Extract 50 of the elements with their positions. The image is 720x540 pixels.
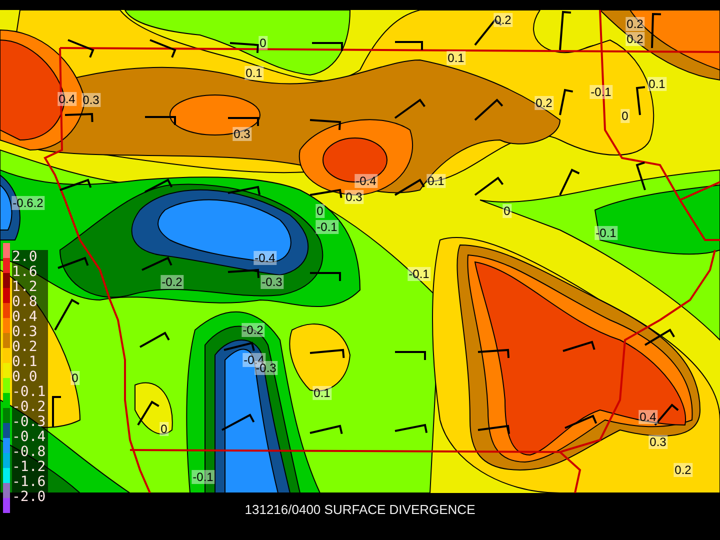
contour-label: 0 bbox=[316, 204, 324, 218]
contour-label: -0.2 bbox=[242, 323, 264, 337]
contour-label: -0.1 bbox=[590, 85, 612, 99]
contour-label: 0.2 bbox=[534, 96, 554, 110]
contour-label: 0.1 bbox=[446, 51, 466, 65]
legend-label: 0.4 bbox=[12, 310, 48, 325]
legend-label: -1.2 bbox=[12, 460, 48, 475]
legend-label: 2.0 bbox=[12, 250, 48, 265]
legend-label: -1.6 bbox=[12, 475, 48, 490]
contour-label: -0.4 bbox=[354, 174, 378, 188]
contour-label: 0 bbox=[258, 36, 268, 50]
contour-label: 0 bbox=[70, 371, 80, 385]
map-title: 131216/0400 SURFACE DIVERGENCE bbox=[244, 502, 476, 517]
contour-label: 0 bbox=[160, 422, 168, 436]
contour-label: 0.4 bbox=[58, 92, 76, 106]
contour-label: 0.2 bbox=[626, 17, 644, 31]
legend-label: -0.2 bbox=[12, 400, 48, 415]
contour-label: 0.2 bbox=[674, 463, 692, 477]
contour-label: 0.4 bbox=[638, 410, 658, 424]
contour-label: 0.3 bbox=[82, 93, 100, 107]
contour-label: -0.1 bbox=[594, 226, 618, 240]
legend-label: 0.1 bbox=[12, 355, 48, 370]
contour-label: 0 bbox=[620, 109, 630, 123]
legend-label: 0.8 bbox=[12, 295, 48, 310]
legend-label: 0.2 bbox=[12, 340, 48, 355]
contour-label: -0.1 bbox=[408, 267, 430, 281]
contour-label: 0.1 bbox=[426, 174, 446, 188]
contour-label: -0.6.2 bbox=[12, 196, 44, 210]
contour-label: 0.3 bbox=[232, 127, 252, 141]
legend-label: -0.1 bbox=[12, 385, 48, 400]
contour-label: 0.1 bbox=[648, 77, 666, 91]
legend-label: -0.4 bbox=[12, 430, 48, 445]
legend-label: 1.6 bbox=[12, 265, 48, 280]
contour-label: 0 bbox=[502, 204, 512, 218]
legend-label: 0.3 bbox=[12, 325, 48, 340]
contour-label: -0.1 bbox=[316, 220, 338, 234]
contour-label: 0.2 bbox=[626, 32, 644, 46]
contour-label: -0.2 bbox=[160, 275, 184, 289]
legend-label: -0.3 bbox=[12, 415, 48, 430]
contour-label: 0.3 bbox=[648, 435, 668, 449]
legend-label: 0.0 bbox=[12, 370, 48, 385]
contour-label: 0.2 bbox=[494, 13, 512, 27]
contour-label: -0.1 bbox=[192, 470, 214, 484]
contour-label: -0.4 bbox=[254, 251, 276, 265]
contour-label: 0.1 bbox=[312, 386, 332, 400]
legend-label: 1.2 bbox=[12, 280, 48, 295]
contour-label: 0.3 bbox=[344, 190, 364, 204]
legend-label: -0.8 bbox=[12, 445, 48, 460]
contour-label: -0.3 bbox=[260, 275, 284, 289]
contour-label: 0.1 bbox=[244, 66, 264, 80]
